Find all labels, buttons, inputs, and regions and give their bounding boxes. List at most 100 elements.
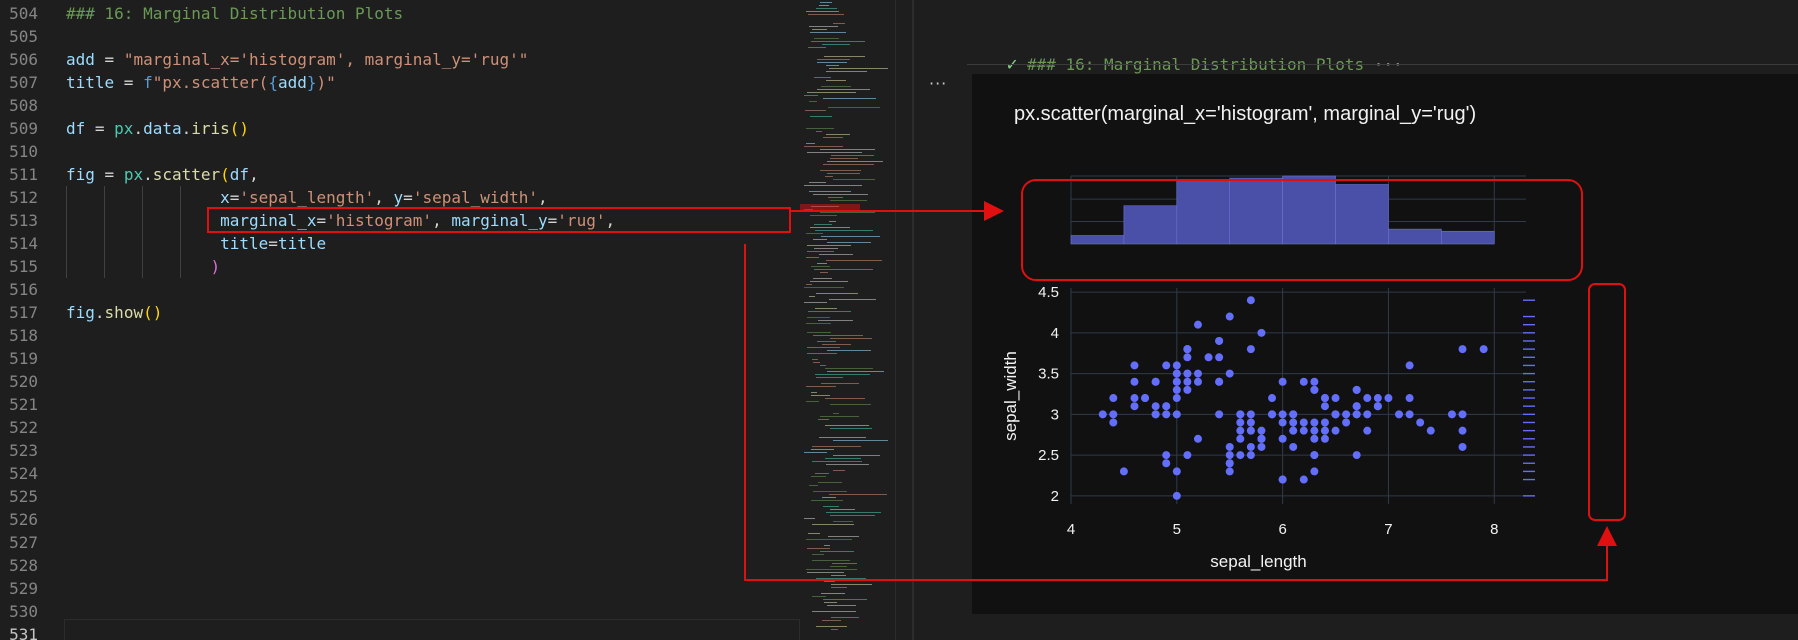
minimap-line [807,92,856,93]
minimap-line [807,251,834,252]
scatter-point [1183,353,1192,362]
minimap-line [804,518,815,519]
scatter-point [1331,394,1340,403]
minimap-line [812,446,861,447]
minimap-line [833,470,845,471]
line-number: 530 [9,602,38,621]
scatter-point [1395,410,1404,419]
minimap-line [806,11,839,12]
minimap-line [820,170,861,171]
scatter-point [1320,426,1329,435]
scatter-point [1246,426,1255,435]
minimap-line [811,476,826,477]
scatter-point [1215,336,1224,345]
minimap-line [824,545,830,546]
minimap-line [816,377,843,378]
scatter-point [1109,418,1118,427]
scatter-point [1289,418,1298,427]
minimap-line [814,77,831,78]
minimap-line [821,593,845,594]
scatter-point [1299,418,1308,427]
minimap-line [811,266,830,267]
minimap-line [814,38,839,39]
minimap-line [807,347,840,348]
editor-scrollbar[interactable] [895,0,910,640]
scatter-point [1278,410,1287,419]
minimap-line [831,617,859,618]
scatter-point [1151,410,1160,419]
scatter-point [1384,394,1393,403]
minimap-line [809,485,818,486]
minimap-line [833,455,880,456]
minimap-line [819,254,853,255]
histogram-bar [1123,205,1178,245]
line-number: 525 [9,487,38,506]
scatter-point [1331,410,1340,419]
scatter-point [1331,426,1340,435]
minimap-line [806,143,815,144]
minimap-line [828,197,843,198]
y-tick-label: 4.5 [1038,284,1059,301]
minimap-line [822,620,841,621]
scatter-point [1246,442,1255,451]
line-number: 521 [9,395,38,414]
minimap-line [833,521,853,522]
y-tick-label: 2.5 [1038,447,1059,464]
scatter-point [1162,459,1171,468]
minimap-line [827,371,884,372]
minimap-line [829,494,887,495]
minimap-line [816,293,858,294]
minimap-line [825,425,869,426]
minimap-line [823,506,839,507]
minimap-line [810,215,837,216]
line-number: 514 [9,234,38,253]
minimap-line [810,227,850,228]
minimap-line [820,212,875,213]
minimap-line [821,86,851,87]
cell-header[interactable]: ✓ ### 16: Marginal Distribution Plots ··· [967,36,1403,74]
minimap[interactable] [800,0,895,640]
x-tick-label: 6 [1278,521,1286,538]
scatter-point [1172,369,1181,378]
scatter-point [1162,361,1171,370]
minimap-line [820,416,859,417]
minimap-line [816,626,847,627]
scatter-point [1458,345,1467,354]
code-editor[interactable]: 504 ### 16: Marginal Distribution Plots 50… [0,0,800,640]
minimap-line [831,575,846,576]
y-tick-label: 2 [1051,488,1059,505]
minimap-line [806,569,857,570]
minimap-line [824,56,865,57]
y-axis-label: sepal_width [1001,351,1020,441]
minimap-highlight [800,204,860,212]
scatter-point [1257,442,1266,451]
scatter-point [1310,418,1319,427]
scatter-point [1405,361,1414,370]
minimap-line [833,179,875,180]
minimap-line [818,482,842,483]
minimap-line [830,158,858,159]
minimap-line [811,449,834,450]
scatter-point [1310,385,1319,394]
minimap-line [831,629,838,630]
cell-menu-button[interactable]: ··· [929,74,947,93]
minimap-line [811,41,865,42]
minimap-line [807,245,851,246]
chart-title: px.scatter(marginal_x='histogram', margi… [1014,103,1476,125]
minimap-line [819,437,866,438]
scatter-point [1183,345,1192,354]
minimap-line [806,128,834,129]
indent-guide [66,186,67,278]
minimap-line [816,8,837,9]
indent-guide [142,186,143,278]
code-text: title=title [220,234,327,253]
minimap-line [809,191,851,192]
histogram-bar [1335,184,1389,245]
minimap-line [830,338,872,339]
scatter-point [1479,345,1488,354]
scatter-point [1172,385,1181,394]
minimap-line [820,2,832,3]
minimap-line [823,164,874,165]
split-divider[interactable] [912,0,914,640]
minimap-line [815,308,837,309]
